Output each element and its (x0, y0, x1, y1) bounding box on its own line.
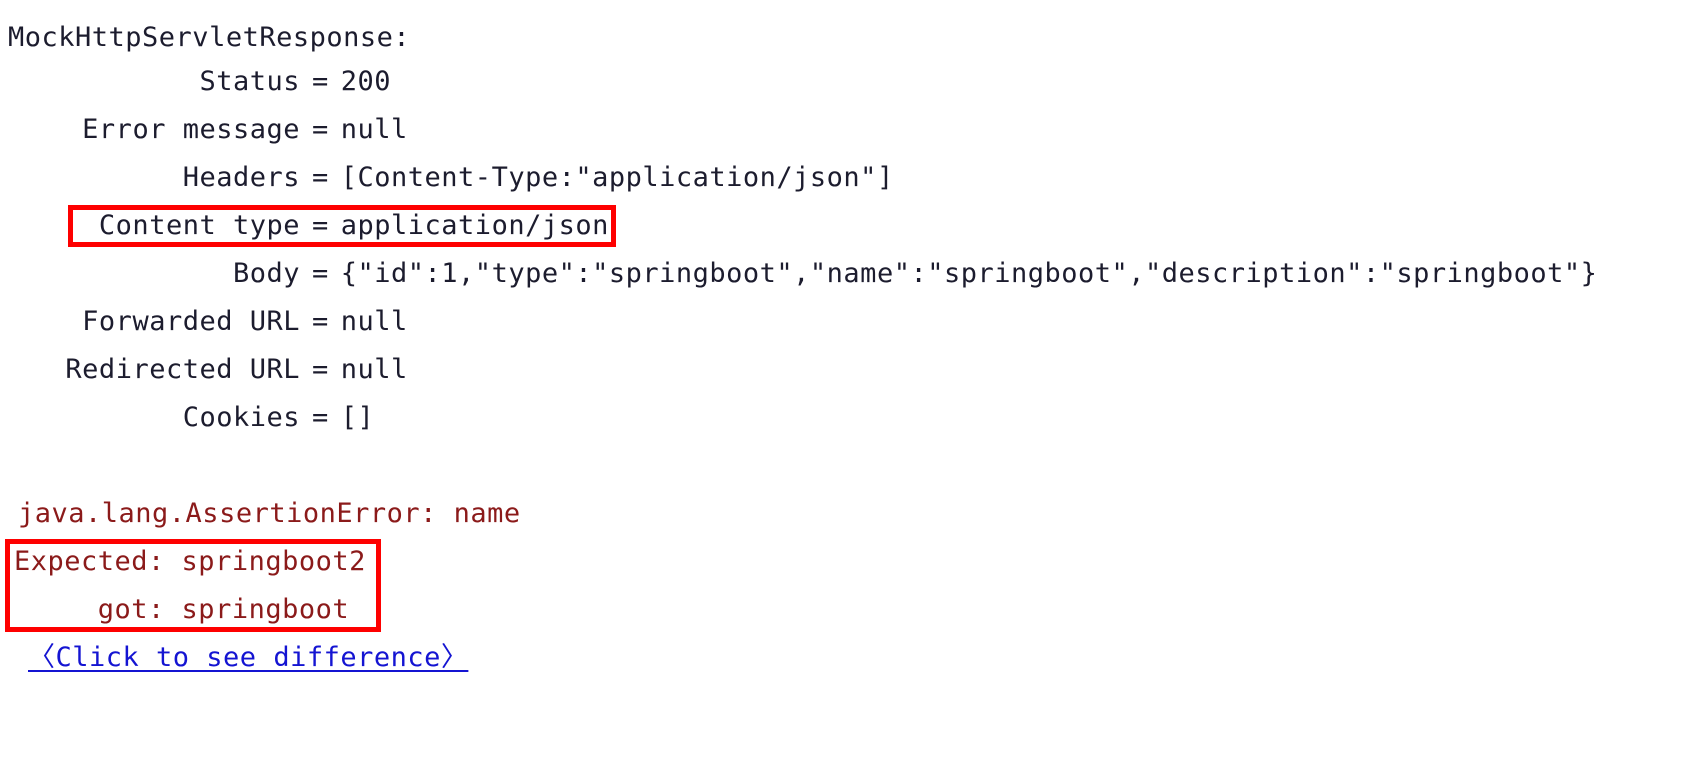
click-to-see-difference-link[interactable]: 〈Click to see difference〉 (28, 634, 468, 682)
response-value-headers: [Content-Type:"application/json"] (340, 162, 894, 193)
response-title: MockHttpServletResponse: (8, 22, 411, 53)
response-value-cookies: [] (340, 402, 375, 433)
response-value-body: {"id":1,"type":"springboot","name":"spri… (340, 258, 1598, 289)
response-value-status: 200 (340, 66, 392, 97)
equals-sign: = (312, 210, 329, 241)
console-output-panel: MockHttpServletResponse: Status = 200 Er… (0, 0, 1705, 773)
assertion-error-line: java.lang.AssertionError: name (18, 498, 521, 529)
response-value-content-type: application/json (340, 210, 609, 241)
response-key-redirected-url: Redirected URL (65, 354, 300, 385)
response-key-status: Status (199, 66, 300, 97)
equals-sign: = (312, 402, 329, 433)
assertion-got-line: got: springboot (14, 594, 350, 625)
assertion-expected-line: Expected: springboot2 (14, 546, 366, 577)
response-row-cookies: Cookies = [] (0, 394, 374, 442)
response-row-status: Status = 200 (0, 58, 391, 106)
response-key-content-type: Content type (98, 210, 300, 241)
equals-sign: = (312, 66, 329, 97)
response-value-error-message: null (340, 114, 408, 145)
response-row-forwarded-url: Forwarded URL = null (0, 298, 408, 346)
response-key-error-message: Error message (82, 114, 300, 145)
response-row-redirected-url: Redirected URL = null (0, 346, 408, 394)
response-key-body: Body (232, 258, 300, 289)
response-row-content-type: Content type = application/json (0, 202, 609, 250)
response-key-forwarded-url: Forwarded URL (82, 306, 300, 337)
response-key-headers: Headers (182, 162, 300, 193)
response-value-redirected-url: null (340, 354, 408, 385)
response-key-cookies: Cookies (182, 402, 300, 433)
equals-sign: = (312, 354, 329, 385)
response-value-forwarded-url: null (340, 306, 408, 337)
equals-sign: = (312, 162, 329, 193)
response-row-error-message: Error message = null (0, 106, 408, 154)
response-row-headers: Headers = [Content-Type:"application/jso… (0, 154, 894, 202)
equals-sign: = (312, 306, 329, 337)
equals-sign: = (312, 258, 329, 289)
response-row-body: Body = {"id":1,"type":"springboot","name… (0, 250, 1597, 298)
equals-sign: = (312, 114, 329, 145)
